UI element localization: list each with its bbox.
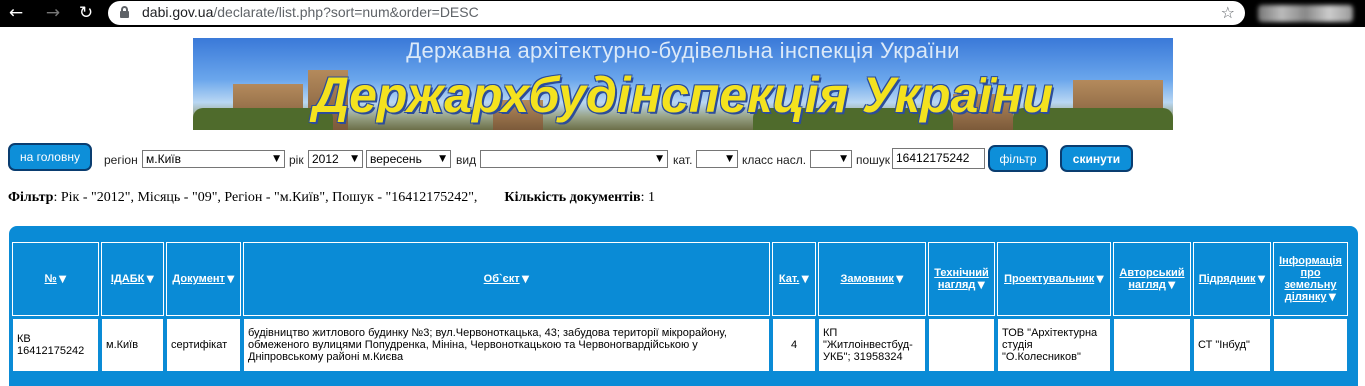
header-land-info[interactable]: Інформація про земельну ділянку ▼ [1273, 242, 1348, 316]
bookmark-star-icon[interactable]: ☆ [1221, 3, 1235, 22]
sort-triangle-icon: ▼ [1328, 292, 1337, 303]
type-label: вид [456, 153, 477, 167]
cell-document: сертифікат [166, 318, 241, 372]
chevron-down-icon: ▼ [726, 154, 733, 164]
back-arrow-icon[interactable]: ← [6, 3, 26, 23]
reset-button[interactable]: скинути [1060, 145, 1133, 172]
banner-subtitle: Державна архітектурно-будівельна інспекц… [406, 38, 960, 63]
cell-tech-supervision [928, 318, 995, 372]
search-input[interactable]: 16412175242 [892, 148, 985, 169]
sort-triangle-icon: ▼ [1167, 280, 1176, 291]
month-select[interactable]: вересень ▼ [366, 150, 451, 168]
document-count-label: Кількість документів [504, 190, 641, 205]
region-value: м.Київ [146, 152, 181, 166]
results-table: № ▼ ІДАБК ▼ Документ ▼ Об`єкт ▼ Кат. ▼ Замовн… [10, 240, 1350, 374]
sort-triangle-icon: ▼ [146, 274, 155, 285]
cell-object: будівництво житлового будинку №3; вул.Че… [243, 318, 770, 372]
filter-summary-label: Фільтр [8, 190, 54, 205]
sort-triangle-icon: ▼ [1257, 274, 1266, 285]
filter-summary: Фільтр: Рік - "2012", Місяць - "09", Рег… [8, 190, 655, 206]
header-contractor-label: Підрядник [1198, 273, 1256, 285]
reload-icon[interactable]: ↻ [76, 3, 96, 23]
filter-button[interactable]: фільтр [988, 145, 1048, 172]
sort-triangle-icon: ▼ [977, 280, 986, 291]
category-label: кат. [673, 153, 693, 167]
cell-num: КВ 16412175242 [12, 318, 99, 372]
cell-idabk: м.Київ [101, 318, 164, 372]
type-select[interactable]: ▼ [480, 150, 668, 168]
header-tech-supervision[interactable]: Технічний нагляд ▼ [928, 242, 995, 316]
chevron-down-icon: ▼ [351, 154, 358, 164]
forward-arrow-icon[interactable]: → [43, 3, 63, 23]
chevron-down-icon: ▼ [656, 154, 663, 164]
header-document-label: Документ [172, 273, 225, 285]
lock-icon [120, 6, 129, 19]
region-select[interactable]: м.Київ ▼ [142, 150, 285, 168]
url-path: /declarate/list.php?sort=num&order=DESC [213, 4, 479, 20]
banner-title: Держархбудінспекція України [313, 67, 1053, 123]
year-label: рік [289, 153, 304, 167]
header-contractor[interactable]: Підрядник ▼ [1193, 242, 1271, 316]
header-idabk-label: ІДАБК [110, 273, 145, 285]
header-author-supervision[interactable]: Авторський нагляд ▼ [1113, 242, 1191, 316]
header-category[interactable]: Кат. ▼ [772, 242, 816, 316]
chevron-down-icon: ▼ [273, 154, 280, 164]
sort-triangle-icon: ▼ [521, 274, 530, 285]
site-banner: Державна архітектурно-будівельна інспекц… [193, 38, 1173, 130]
header-customer[interactable]: Замовник ▼ [818, 242, 926, 316]
cell-customer: КП "Житлоінвестбуд-УКБ"; 31958324 [818, 318, 926, 372]
header-customer-label: Замовник [840, 273, 894, 285]
sort-triangle-icon: ▼ [226, 274, 235, 285]
table-row: КВ 16412175242 м.Київ сертифікат будівни… [12, 318, 1348, 372]
cell-category: 4 [772, 318, 816, 372]
document-count-value: : 1 [640, 190, 655, 205]
sort-triangle-icon: ▼ [58, 274, 67, 285]
sort-triangle-icon: ▼ [801, 274, 810, 285]
header-category-label: Кат. [778, 273, 800, 285]
cell-author-supervision [1113, 318, 1191, 372]
browser-toolbar: ← → ↻ dabi.gov.ua/declarate/list.php?sor… [0, 0, 1365, 27]
chevron-down-icon: ▼ [840, 154, 847, 164]
header-object-label: Об`єкт [483, 273, 520, 285]
region-label: регіон [104, 153, 138, 167]
address-bar[interactable]: dabi.gov.ua/declarate/list.php?sort=num&… [108, 1, 1245, 25]
url-host: dabi.gov.ua [142, 4, 214, 20]
year-value: 2012 [312, 152, 339, 166]
results-table-container: № ▼ ІДАБК ▼ Документ ▼ Об`єкт ▼ Кат. ▼ Замовн… [9, 226, 1358, 386]
sort-triangle-icon: ▼ [895, 274, 904, 285]
profile-avatar[interactable] [1258, 5, 1353, 22]
cell-land-info [1273, 318, 1348, 372]
url-text[interactable]: dabi.gov.ua/declarate/list.php?sort=num&… [142, 4, 479, 20]
category-select[interactable]: ▼ [696, 150, 738, 168]
class-label: класс насл. [742, 153, 807, 167]
year-select[interactable]: 2012 ▼ [308, 150, 363, 168]
header-document[interactable]: Документ ▼ [166, 242, 241, 316]
header-object[interactable]: Об`єкт ▼ [243, 242, 770, 316]
search-label: пошук [856, 153, 891, 167]
chevron-down-icon: ▼ [439, 154, 446, 164]
header-designer-label: Проектувальник [1004, 273, 1095, 285]
cell-contractor: СТ "Інбуд" [1193, 318, 1271, 372]
home-button[interactable]: на головну [8, 143, 92, 171]
cell-designer: ТОВ "Архітектурна студія "О.Колесников" [997, 318, 1111, 372]
header-idabk[interactable]: ІДАБК ▼ [101, 242, 164, 316]
filter-summary-text: : Рік - "2012", Місяць - "09", Регіон - … [53, 190, 478, 205]
header-designer[interactable]: Проектувальник ▼ [997, 242, 1111, 316]
class-select[interactable]: ▼ [810, 150, 852, 168]
month-value: вересень [370, 152, 422, 166]
header-num-label: № [44, 273, 57, 285]
table-header-row: № ▼ ІДАБК ▼ Документ ▼ Об`єкт ▼ Кат. ▼ Замовн… [12, 242, 1348, 316]
header-num[interactable]: № ▼ [12, 242, 99, 316]
sort-triangle-icon: ▼ [1096, 274, 1104, 285]
